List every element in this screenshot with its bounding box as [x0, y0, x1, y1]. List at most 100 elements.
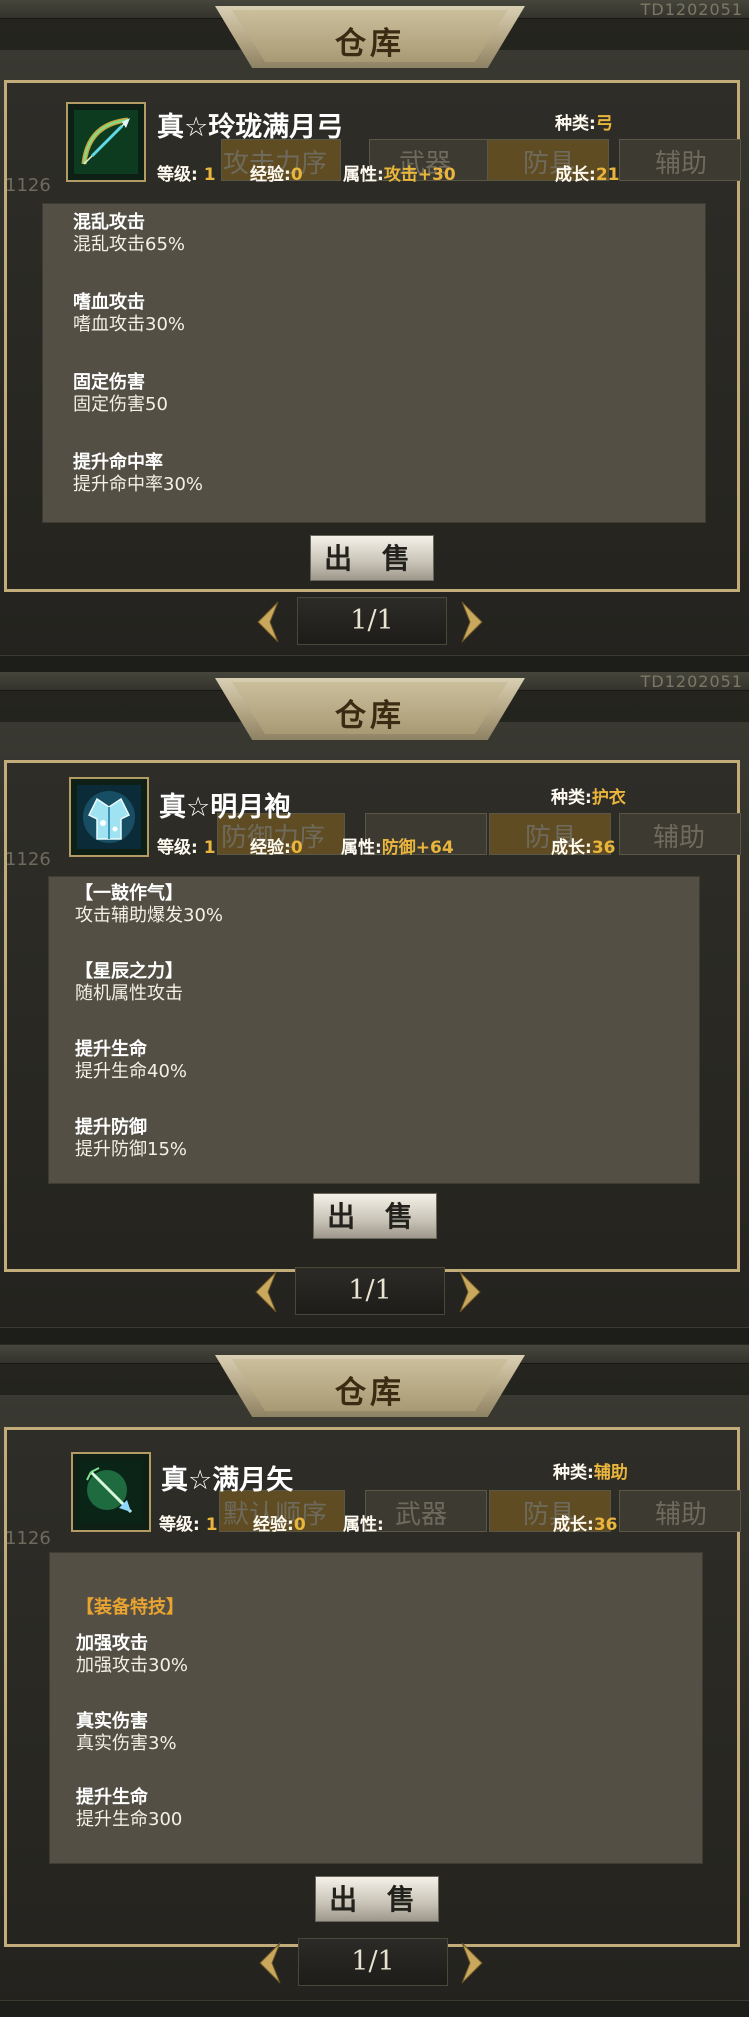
effect-block: 【一鼓作气】 攻击辅助爆发30% [75, 883, 223, 927]
item-level: 等级: 1 [159, 1510, 218, 1535]
bg-tab-label: 辅助 [655, 149, 708, 179]
item-kind: 种类:弓 [555, 109, 613, 134]
effect-desc: 随机属性攻击 [75, 983, 183, 1004]
bg-number: 1126 [5, 175, 51, 196]
kind-value: 弓 [595, 114, 613, 134]
level-label: 等级: [157, 165, 198, 185]
effect-heading: 提升防御 [75, 1117, 147, 1138]
item-icon-frame[interactable] [69, 777, 149, 857]
item-growth: 成长:36 [551, 833, 615, 858]
item-growth: 成长:36 [553, 1510, 617, 1535]
bow-icon [74, 110, 138, 174]
warehouse-screen-robe: TD1202051 仓库 防御力序 防具 辅助 1126 真☆明月袍 种类:护衣… [0, 672, 749, 1344]
kind-value: 护衣 [591, 788, 626, 808]
attr-value: 防御+64 [381, 838, 454, 858]
exp-label: 经验: [250, 165, 291, 185]
robe-icon [77, 785, 141, 849]
attr-label: 属性: [341, 838, 382, 858]
effect-heading: 嗜血攻击 [73, 292, 145, 313]
kind-label: 种类: [555, 114, 596, 134]
effect-desc: 攻击辅助爆发30% [75, 905, 224, 926]
effect-heading: 混乱攻击 [73, 212, 145, 233]
sell-button[interactable]: 出 售 [310, 535, 434, 581]
effect-desc: 提升命中率30% [73, 474, 204, 495]
item-icon-frame[interactable] [66, 102, 146, 182]
item-growth: 成长:21 [555, 160, 619, 185]
warehouse-screen-arrow: 仓库 默认顺序 武器 防具 辅助 1126 真☆满月矢 种类:辅助 等级: 1 [0, 1345, 749, 2017]
bottom-bar [0, 1327, 749, 1344]
bg-tab-label: 辅助 [653, 823, 706, 853]
growth-value: 21 [595, 165, 620, 185]
item-detail-panel: 防御力序 防具 辅助 1126 真☆明月袍 种类:护衣 等级: 1 经验:0 属… [4, 760, 741, 1272]
kind-value: 辅助 [593, 1463, 628, 1483]
item-attr: 属性:防御+64 [341, 833, 454, 858]
exp-label: 经验: [250, 838, 291, 858]
item-name: 真☆满月矢 [161, 1465, 294, 1496]
item-exp: 经验:0 [250, 833, 303, 858]
exp-value: 0 [290, 838, 303, 858]
item-level: 等级: 1 [157, 160, 216, 185]
effect-desc: 提升防御15% [75, 1139, 188, 1160]
bg-number: 1126 [5, 849, 51, 870]
next-page-arrow-icon[interactable] [458, 1270, 484, 1314]
window-title: 仓库 [335, 26, 405, 62]
item-kind: 种类:辅助 [553, 1458, 628, 1483]
bottom-bar [0, 2000, 749, 2017]
effect-heading: 提升命中率 [73, 452, 163, 473]
attr-label: 属性: [343, 165, 384, 185]
item-name: 真☆玲珑满月弓 [157, 112, 344, 143]
effect-block: 混乱攻击 混乱攻击65% [73, 212, 185, 256]
effect-desc: 提升生命40% [75, 1061, 188, 1082]
prev-page-arrow-icon[interactable] [252, 1270, 278, 1314]
growth-label: 成长: [551, 838, 592, 858]
description-box: 【装备特技】 加强攻击 加强攻击30% 真实伤害 真实伤害3% 提升生命 提升生… [49, 1552, 703, 1864]
next-page-arrow-icon[interactable] [460, 1941, 486, 1985]
effect-desc: 固定伤害50 [73, 394, 168, 415]
bg-tab-label: 辅助 [655, 1500, 708, 1530]
page-indicator: 1/1 [298, 1938, 448, 1986]
sell-button[interactable]: 出 售 [313, 1193, 437, 1239]
item-detail-panel: 默认顺序 武器 防具 辅助 1126 真☆满月矢 种类:辅助 等级: 1 经验:… [4, 1427, 741, 1947]
warehouse-screen-bow: TD1202051 仓库 攻击力序 武器 防具 辅助 1126 真☆玲珑满月弓 … [0, 0, 749, 672]
item-kind: 种类:护衣 [551, 783, 626, 808]
kind-label: 种类: [553, 1463, 594, 1483]
effect-desc: 加强攻击30% [76, 1655, 189, 1676]
item-attr: 属性:攻击+30 [343, 160, 456, 185]
bg-number: 1126 [5, 1528, 51, 1549]
effect-block: 加强攻击 加强攻击30% [76, 1633, 188, 1677]
effect-block: 提升生命 提升生命300 [76, 1787, 182, 1831]
effect-desc: 提升生命300 [76, 1809, 183, 1830]
growth-value: 36 [593, 1515, 618, 1535]
sell-button[interactable]: 出 售 [315, 1876, 439, 1922]
exp-label: 经验: [253, 1515, 294, 1535]
effect-heading: 真实伤害 [76, 1711, 148, 1732]
item-level: 等级: 1 [157, 833, 216, 858]
attr-value: 攻击+30 [383, 165, 456, 185]
item-icon-frame[interactable] [71, 1452, 151, 1532]
level-value: 1 [203, 165, 216, 185]
background-code: TD1202051 [640, 0, 743, 19]
next-page-arrow-icon[interactable] [460, 600, 486, 644]
item-detail-panel: 攻击力序 武器 防具 辅助 1126 真☆玲珑满月弓 种类:弓 等级: 1 经验… [4, 80, 741, 592]
effect-heading: 【一鼓作气】 [75, 883, 183, 904]
effect-heading: 【星辰之力】 [75, 961, 183, 982]
item-name: 真☆明月袍 [159, 792, 292, 823]
growth-value: 36 [591, 838, 616, 858]
exp-value: 0 [293, 1515, 306, 1535]
level-value: 1 [205, 1515, 218, 1535]
prev-page-arrow-icon[interactable] [256, 1941, 282, 1985]
item-exp: 经验:0 [250, 160, 303, 185]
effect-heading: 固定伤害 [73, 372, 145, 393]
special-skill-title: 【装备特技】 [76, 1597, 184, 1618]
level-value: 1 [203, 838, 216, 858]
description-box: 混乱攻击 混乱攻击65% 嗜血攻击 嗜血攻击30% 固定伤害 固定伤害50 提升… [42, 203, 706, 523]
effect-block: 提升防御 提升防御15% [75, 1117, 187, 1161]
item-attr: 属性: [343, 1510, 384, 1535]
effect-block: 嗜血攻击 嗜血攻击30% [73, 292, 185, 336]
growth-label: 成长: [553, 1515, 594, 1535]
effect-heading: 提升生命 [75, 1039, 147, 1060]
prev-page-arrow-icon[interactable] [254, 600, 280, 644]
effect-block: 【星辰之力】 随机属性攻击 [75, 961, 183, 1005]
effect-desc: 真实伤害3% [76, 1733, 177, 1754]
effect-block: 提升生命 提升生命40% [75, 1039, 187, 1083]
